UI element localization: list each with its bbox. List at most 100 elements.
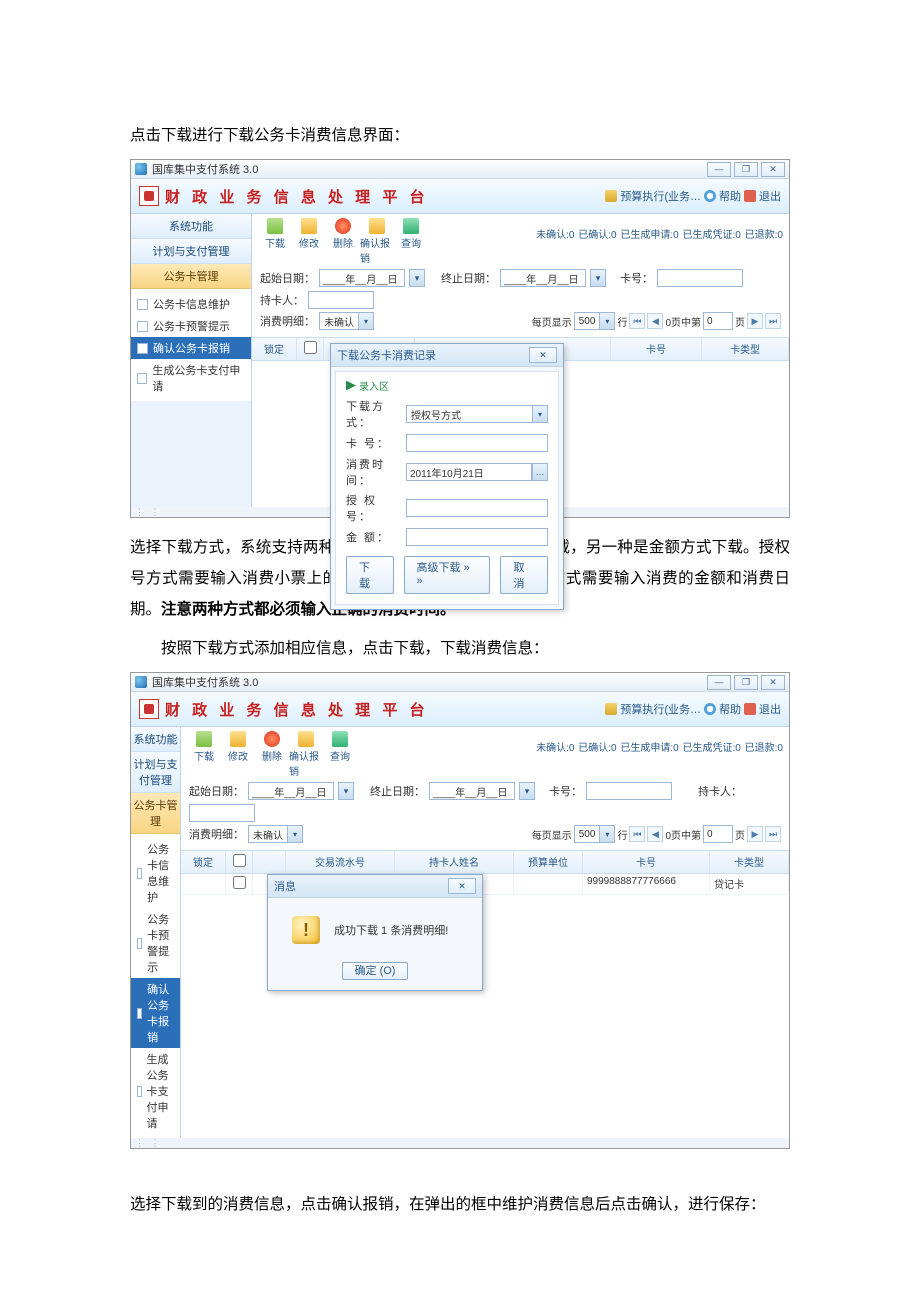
paragraph-3: 按照下载方式添加相应信息，点击下载，下载消费信息： bbox=[130, 633, 790, 664]
help-link[interactable]: 帮助 bbox=[719, 188, 741, 204]
toolbar: 下载 修改 删除 确认报销 查询 未确认:0 已确认:0 已生成申请:0 已生成… bbox=[181, 727, 789, 780]
calendar-icon[interactable]: ▾ bbox=[519, 782, 535, 800]
end-date-label: 终止日期： bbox=[370, 783, 425, 799]
pager-first[interactable]: ⏮ bbox=[629, 826, 645, 842]
start-date-input[interactable]: ____年__月__日 bbox=[319, 269, 405, 287]
budget-icon bbox=[605, 190, 617, 202]
download-button[interactable]: 下载 bbox=[346, 556, 394, 594]
sidebar-item-warn[interactable]: 公务卡预警提示 bbox=[131, 315, 251, 337]
delete-button[interactable]: 删除 bbox=[326, 218, 360, 250]
time-input[interactable]: 2011年10月21日 bbox=[406, 463, 532, 481]
window-title: 国库集中支付系统 3.0 bbox=[152, 674, 258, 690]
amount-input[interactable] bbox=[406, 528, 548, 546]
holder-label: 持卡人： bbox=[698, 783, 742, 799]
pager-last[interactable]: ⏭ bbox=[765, 313, 781, 329]
amount-label: 金 额： bbox=[346, 529, 406, 545]
sidebar-item-info[interactable]: 公务卡信息维护 bbox=[131, 293, 251, 315]
status-bar: 未确认:0 已确认:0 已生成申请:0 已生成凭证:0 已退款:0 bbox=[535, 731, 783, 754]
status-bar: 未确认:0 已确认:0 已生成申请:0 已生成凭证:0 已退款:0 bbox=[535, 218, 783, 241]
exit-link[interactable]: 退出 bbox=[759, 188, 781, 204]
download-button[interactable]: 下载 bbox=[258, 218, 292, 250]
pager-last[interactable]: ⏭ bbox=[765, 826, 781, 842]
perpage-select[interactable]: 500▾ bbox=[574, 312, 616, 330]
pager-first[interactable]: ⏮ bbox=[629, 313, 645, 329]
calendar-icon[interactable]: ▾ bbox=[338, 782, 354, 800]
perpage-select[interactable]: 500▾ bbox=[574, 825, 616, 843]
card-input[interactable] bbox=[406, 434, 548, 452]
end-date-input[interactable]: ____年__月__日 bbox=[429, 782, 515, 800]
sidebar-item-gen[interactable]: 生成公务卡支付申请 bbox=[131, 359, 251, 397]
cancel-button[interactable]: 取消 bbox=[500, 556, 548, 594]
query-button[interactable]: 查询 bbox=[394, 218, 428, 250]
window-titlebar: 国库集中支付系统 3.0 — ❐ ✕ bbox=[131, 160, 789, 179]
holder-input[interactable] bbox=[189, 804, 255, 822]
row-checkbox[interactable] bbox=[233, 876, 246, 889]
budget-link[interactable]: 预算执行(业务… bbox=[620, 188, 701, 204]
card-label: 卡号： bbox=[620, 270, 653, 286]
card-input[interactable] bbox=[586, 782, 672, 800]
card-cell: 9999888877776666 bbox=[583, 874, 710, 894]
close-button[interactable]: ✕ bbox=[761, 675, 785, 690]
banner: 财 政 业 务 信 息 处 理 平 台 预算执行(业务… 帮助 退出 bbox=[131, 179, 789, 214]
download-dialog: 下载公务卡消费记录 ✕ 录入区 下载方式：授权号方式▾ 卡 号： 消费时间：20… bbox=[330, 343, 564, 610]
card-label: 卡 号： bbox=[346, 435, 406, 451]
edit-button[interactable]: 修改 bbox=[221, 731, 255, 763]
close-button[interactable]: ✕ bbox=[761, 162, 785, 177]
calendar-icon[interactable]: … bbox=[532, 463, 548, 481]
logo-icon bbox=[139, 699, 159, 719]
select-all-checkbox[interactable] bbox=[233, 854, 246, 867]
start-date-label: 起始日期： bbox=[189, 783, 244, 799]
pager-next[interactable]: ▶ bbox=[747, 826, 763, 842]
sidebar-header-plan[interactable]: 计划与支付管理 bbox=[131, 752, 180, 793]
maximize-button[interactable]: ❐ bbox=[734, 162, 758, 177]
sidebar-item-gen[interactable]: 生成公务卡支付申请 bbox=[131, 1048, 180, 1134]
sidebar-header-plan[interactable]: 计划与支付管理 bbox=[131, 239, 251, 264]
end-date-label: 终止日期： bbox=[441, 270, 496, 286]
edit-button[interactable]: 修改 bbox=[292, 218, 326, 250]
pager-next[interactable]: ▶ bbox=[747, 313, 763, 329]
holder-input[interactable] bbox=[308, 291, 374, 309]
calendar-icon[interactable]: ▾ bbox=[590, 269, 606, 287]
sidebar-item-confirm[interactable]: 确认公务卡报销 bbox=[131, 337, 251, 359]
page-input[interactable]: 0 bbox=[703, 312, 733, 330]
sidebar-header-system[interactable]: 系统功能 bbox=[131, 214, 251, 239]
exit-icon bbox=[744, 703, 756, 715]
help-link[interactable]: 帮助 bbox=[719, 701, 741, 717]
detail-select[interactable]: 未确认▾ bbox=[248, 825, 303, 843]
download-button[interactable]: 下载 bbox=[187, 731, 221, 763]
query-button[interactable]: 查询 bbox=[323, 731, 357, 763]
pager-prev[interactable]: ◀ bbox=[647, 826, 663, 842]
auth-input[interactable] bbox=[406, 499, 548, 517]
select-all-checkbox[interactable] bbox=[304, 341, 317, 354]
advanced-button[interactable]: 高级下载 » » bbox=[404, 556, 491, 594]
confirm-button[interactable]: 确认报销 bbox=[289, 731, 323, 778]
banner: 财 政 业 务 信 息 处 理 平 台 预算执行(业务… 帮助 退出 bbox=[131, 692, 789, 727]
ok-button[interactable]: 确定 (O) bbox=[342, 962, 409, 980]
sidebar-item-info[interactable]: 公务卡信息维护 bbox=[131, 838, 180, 908]
maximize-button[interactable]: ❐ bbox=[734, 675, 758, 690]
sidebar-item-warn[interactable]: 公务卡预警提示 bbox=[131, 908, 180, 978]
confirm-button[interactable]: 确认报销 bbox=[360, 218, 394, 265]
minimize-button[interactable]: — bbox=[707, 162, 731, 177]
system-title: 财 政 业 务 信 息 处 理 平 台 bbox=[165, 699, 429, 720]
sidebar-header-card[interactable]: 公务卡管理 bbox=[131, 264, 251, 289]
delete-button[interactable]: 删除 bbox=[255, 731, 289, 763]
card-input[interactable] bbox=[657, 269, 743, 287]
holder-label: 持卡人： bbox=[260, 292, 304, 308]
pager-prev[interactable]: ◀ bbox=[647, 313, 663, 329]
sidebar-item-confirm[interactable]: 确认公务卡报销 bbox=[131, 978, 180, 1048]
page-input[interactable]: 0 bbox=[703, 825, 733, 843]
detail-select[interactable]: 未确认▾ bbox=[319, 312, 374, 330]
minimize-button[interactable]: — bbox=[707, 675, 731, 690]
dialog-close-button[interactable]: ✕ bbox=[529, 347, 557, 363]
end-date-input[interactable]: ____年__月__日 bbox=[500, 269, 586, 287]
budget-link[interactable]: 预算执行(业务… bbox=[620, 701, 701, 717]
calendar-icon[interactable]: ▾ bbox=[409, 269, 425, 287]
msg-close-button[interactable]: ✕ bbox=[448, 878, 476, 894]
start-date-input[interactable]: ____年__月__日 bbox=[248, 782, 334, 800]
mode-select[interactable]: 授权号方式▾ bbox=[406, 405, 548, 423]
sidebar-header-system[interactable]: 系统功能 bbox=[131, 727, 180, 752]
sidebar-header-card[interactable]: 公务卡管理 bbox=[131, 793, 180, 834]
start-date-label: 起始日期： bbox=[260, 270, 315, 286]
exit-link[interactable]: 退出 bbox=[759, 701, 781, 717]
